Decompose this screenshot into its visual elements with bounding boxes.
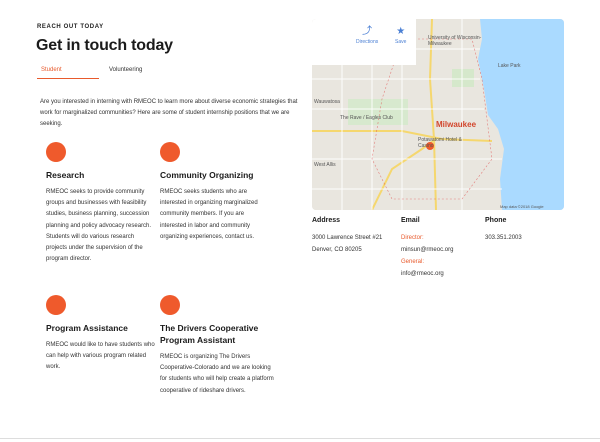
card-title: The Drivers Cooperative Program Assistan… [160,323,259,345]
map-place-label: West Allis [314,162,336,168]
map-place-label: The Rave / Eagles Club [340,115,393,121]
card-body: RMEOC is organizing The Drivers Cooperat… [160,354,274,394]
address-line2: Denver, CO 80205 [312,247,362,253]
map-place-label: Potawatomi Hotel & Casino [418,137,462,149]
email-heading: Email [401,217,420,224]
phone-heading: Phone [485,217,507,224]
orange-dot-icon [46,142,66,162]
tab-volunteering[interactable]: Volunteering [109,67,142,73]
director-email-link[interactable]: minsun@rmeoc.org [401,244,453,256]
orange-dot-icon [46,295,66,315]
card-body: RMEOC seeks to provide community groups … [46,189,152,263]
orange-dot-icon [160,295,180,315]
save-button[interactable]: ★ Save [395,25,406,45]
card-community-organizing: Community Organizing RMEOC seeks student… [160,142,270,243]
director-email-label: Director: [401,235,424,241]
card-program-assistance: Program Assistance RMEOC would like to h… [46,295,156,374]
star-icon: ★ [396,26,406,37]
page-title: Get in touch today [36,37,173,54]
intro-paragraph: Are you interested in interning with RME… [40,99,298,127]
orange-dot-icon [160,142,180,162]
map-place-label: Lake Park [498,63,521,69]
map-place-label: University of Wisconsin-Milwaukee [428,35,482,47]
active-tab-indicator [37,78,99,79]
card-drivers-cooperative: The Drivers Cooperative Program Assistan… [160,295,275,397]
general-email-link[interactable]: info@rmeoc.org [401,268,453,280]
embedded-map[interactable]: ⤴ Directions ★ Save University of Wiscon… [312,19,564,210]
map-city-label: Milwaukee [436,120,477,129]
save-label: Save [395,39,407,45]
contact-phone: Phone 303.351.2003 [485,217,522,244]
map-attribution: Map data ©2018 Google [500,204,544,209]
eyebrow-label: REACH OUT TODAY [37,24,104,30]
card-body: RMEOC would like to have students who ca… [46,342,155,371]
tab-bar: Student Volunteering [37,67,217,79]
contact-email: Email Director: minsun@rmeoc.org General… [401,217,453,280]
general-email-label: General: [401,259,425,265]
phone-number-link[interactable]: 303.351.2003 [485,232,522,244]
card-title: Program Assistance [46,323,128,333]
map-popup: ⤴ Directions ★ Save [312,19,416,65]
directions-icon: ⤴ [362,26,373,37]
card-title: Community Organizing [160,170,254,180]
directions-button[interactable]: ⤴ Directions [356,25,378,45]
tab-student[interactable]: Student [41,67,62,73]
address-line1: 3000 Lawrence Street #21 [312,235,383,241]
footer-divider [0,438,600,439]
directions-label: Directions [356,39,379,45]
card-body: RMEOC seeks students who are interested … [160,189,258,240]
card-research: Research RMEOC seeks to provide communit… [46,142,156,265]
contact-address: Address 3000 Lawrence Street #21 Denver,… [312,217,382,256]
address-heading: Address [312,217,341,224]
map-place-label: Wauwatosa [314,99,340,105]
card-title: Research [46,170,85,180]
